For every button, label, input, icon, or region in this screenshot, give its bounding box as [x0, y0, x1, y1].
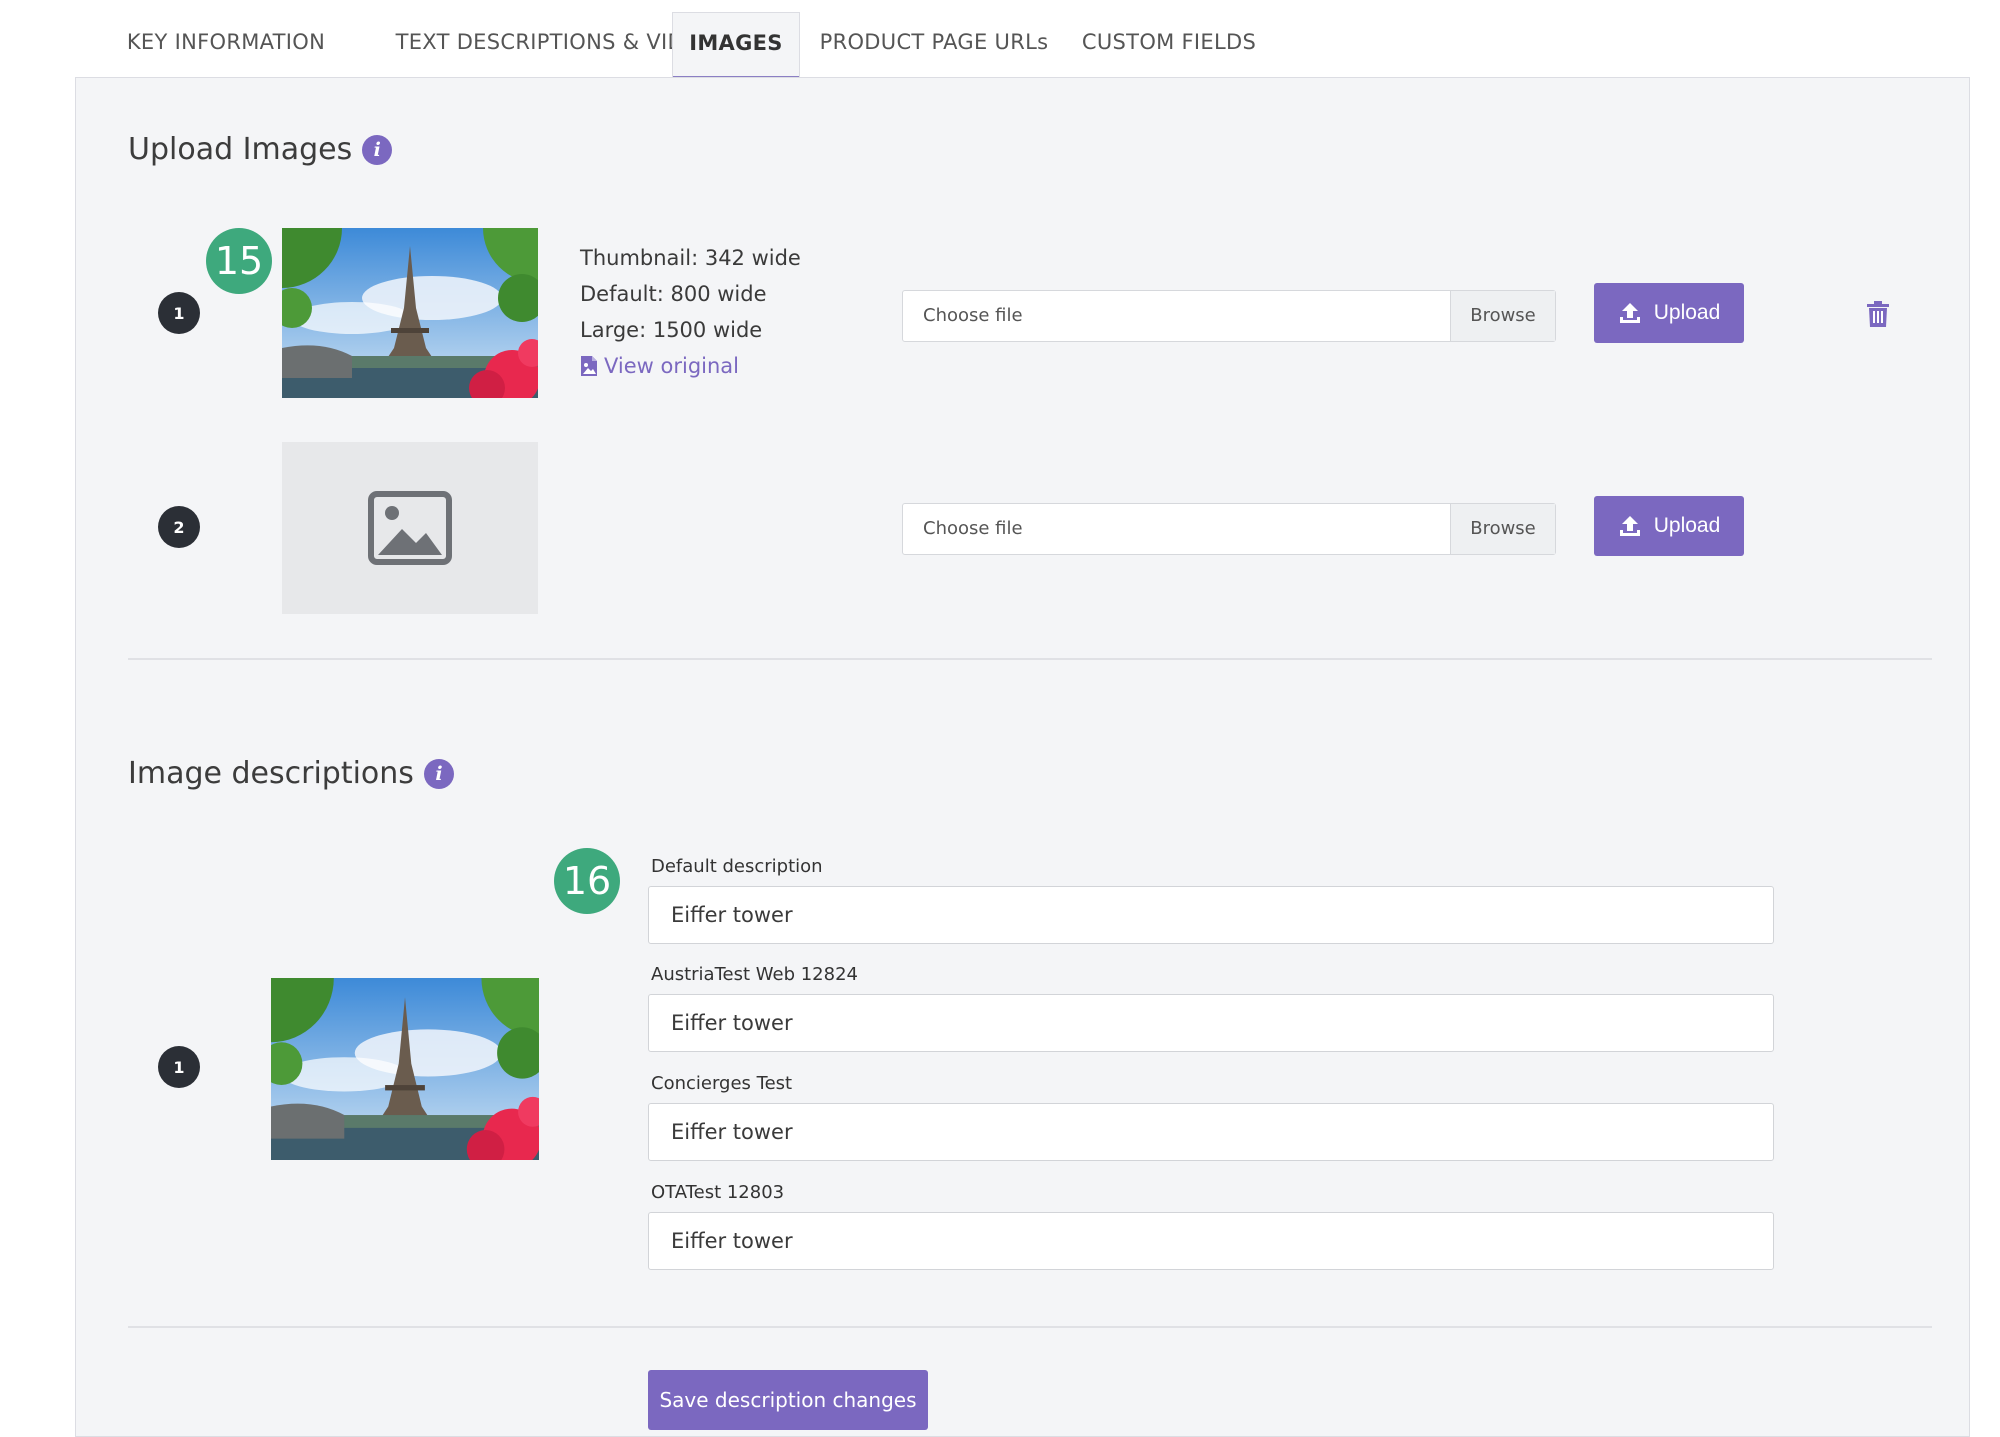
step-badge-16: 16	[554, 848, 620, 914]
large-size-text: Large: 1500 wide	[580, 318, 763, 342]
austriatest-web-input[interactable]: Eiffer tower	[648, 994, 1774, 1052]
file-input-2[interactable]: Choose file Browse	[902, 503, 1556, 555]
concierges-test-input[interactable]: Eiffer tower	[648, 1103, 1774, 1161]
upload-button[interactable]: Upload	[1594, 283, 1744, 343]
file-image-icon	[581, 356, 597, 376]
upload-images-heading: Upload Images i	[128, 132, 393, 167]
trash-icon	[1867, 301, 1889, 327]
upload-icon	[1619, 516, 1640, 536]
image-row-number: 2	[158, 506, 200, 548]
thumbnail-size-text: Thumbnail: 342 wide	[580, 246, 801, 270]
default-description-label: Default description	[651, 856, 823, 877]
upload-label: Upload	[1653, 514, 1721, 537]
info-icon[interactable]: i	[362, 134, 393, 165]
file-placeholder: Choose file	[923, 518, 1023, 539]
image-row-number: 1	[158, 292, 200, 334]
eiffel-photo	[282, 228, 538, 398]
empty-image-slot[interactable]	[282, 442, 538, 614]
save-description-changes-button[interactable]: Save description changes	[648, 1370, 928, 1430]
image-size-info: Thumbnail: 342 wide Default: 800 wide La…	[580, 240, 801, 384]
browse-button[interactable]: Browse	[1450, 504, 1555, 554]
upload-label: Upload	[1653, 301, 1721, 324]
default-size-text: Default: 800 wide	[580, 282, 767, 306]
info-icon[interactable]: i	[423, 758, 454, 789]
description-image-thumbnail	[271, 978, 539, 1160]
tab-images[interactable]: IMAGES	[672, 12, 800, 79]
file-placeholder: Choose file	[923, 305, 1023, 326]
austriatest-web-label: AustriaTest Web 12824	[651, 964, 858, 985]
step-badge-15: 15	[206, 228, 272, 294]
browse-button[interactable]: Browse	[1450, 291, 1555, 341]
otatest-label: OTATest 12803	[651, 1182, 785, 1203]
tab-key-information[interactable]: KEY INFORMATION	[76, 12, 376, 78]
default-description-input[interactable]: Eiffer tower	[648, 886, 1774, 944]
image-descriptions-heading: Image descriptions i	[128, 756, 454, 791]
upload-icon	[1619, 303, 1640, 323]
image-placeholder-icon	[368, 491, 452, 565]
upload-button[interactable]: Upload	[1594, 496, 1744, 556]
tab-custom-fields[interactable]: CUSTOM FIELDS	[1064, 12, 1274, 78]
image-thumbnail[interactable]	[282, 228, 538, 398]
view-original-label: View original	[604, 354, 740, 378]
otatest-input[interactable]: Eiffer tower	[648, 1212, 1774, 1270]
upload-images-title: Upload Images	[128, 132, 353, 167]
eiffel-photo	[271, 978, 539, 1160]
concierges-test-label: Concierges Test	[651, 1073, 793, 1094]
file-input-1[interactable]: Choose file Browse	[902, 290, 1556, 342]
section-divider	[128, 658, 1932, 660]
tab-product-page-urls[interactable]: PRODUCT PAGE URLs	[814, 12, 1054, 78]
image-descriptions-title: Image descriptions	[128, 756, 414, 791]
tab-text-descriptions-video[interactable]: TEXT DESCRIPTIONS & VIDEO	[390, 12, 720, 78]
view-original-link[interactable]: View original	[580, 348, 801, 384]
section-divider	[128, 1326, 1932, 1328]
delete-image-button[interactable]	[1867, 301, 1889, 331]
description-row-number: 1	[158, 1046, 200, 1088]
